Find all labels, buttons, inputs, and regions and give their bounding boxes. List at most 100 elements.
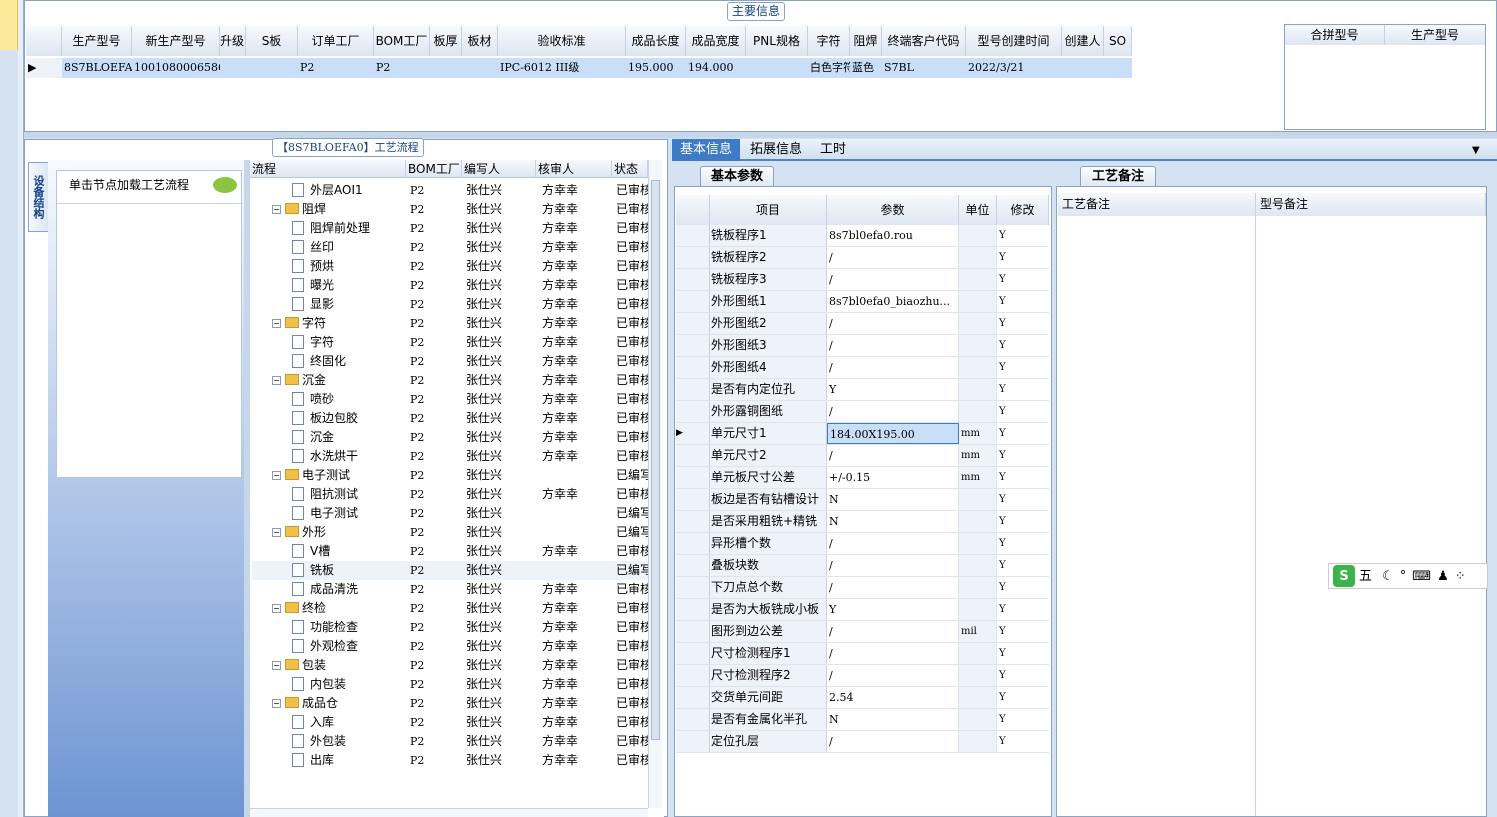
param-cell-unit[interactable] bbox=[959, 225, 997, 246]
param-row[interactable]: ▶ 单元尺寸1 184.00X195.00 mm Y bbox=[676, 423, 1049, 445]
load-hint-text[interactable]: 单击节点加载工艺流程 bbox=[69, 176, 189, 193]
collapse-icon[interactable]: − bbox=[272, 205, 281, 214]
param-cell-mod[interactable]: Y bbox=[997, 225, 1049, 246]
flow-tree-row[interactable]: 阻焊前处理 P2 张仕兴 方幸幸 已审核 bbox=[252, 219, 648, 238]
param-cell-mod[interactable]: Y bbox=[997, 423, 1049, 444]
param-cell-value[interactable]: +/-0.15 bbox=[827, 467, 959, 488]
flow-node-name[interactable]: − 外形 bbox=[272, 523, 402, 542]
horizontal-splitter[interactable] bbox=[24, 132, 1497, 138]
merge-col-1[interactable]: 合拼型号 bbox=[1285, 25, 1385, 45]
param-row[interactable]: 是否为大板铣成小板 Y Y bbox=[676, 599, 1049, 621]
col-header[interactable]: BOM工厂 bbox=[374, 26, 430, 56]
param-row[interactable]: 板边是否有钻槽设计 N Y bbox=[676, 489, 1049, 511]
param-cell-value[interactable]: / bbox=[827, 731, 959, 752]
flow-tree-row[interactable]: − 沉金 P2 张仕兴 方幸幸 已审核 bbox=[252, 371, 648, 390]
collapse-icon[interactable]: − bbox=[272, 661, 281, 670]
col-modify[interactable]: 修改 bbox=[997, 195, 1049, 225]
subtab-basic-params[interactable]: 基本参数 bbox=[700, 166, 774, 186]
param-cell-value[interactable]: N bbox=[827, 489, 959, 510]
param-cell-mod[interactable]: Y bbox=[997, 709, 1049, 730]
collapse-icon[interactable]: − bbox=[272, 699, 281, 708]
param-row[interactable]: 异形槽个数 / Y bbox=[676, 533, 1049, 555]
param-cell-unit[interactable] bbox=[959, 555, 997, 576]
param-cell-unit[interactable] bbox=[959, 533, 997, 554]
flow-node-name[interactable]: 预烘 bbox=[292, 257, 404, 276]
flow-tree-row[interactable]: 字符 P2 张仕兴 方幸幸 已审核 bbox=[252, 333, 648, 352]
param-cell-unit[interactable] bbox=[959, 687, 997, 708]
main-row-cell[interactable] bbox=[462, 58, 498, 78]
param-cell-unit[interactable] bbox=[959, 379, 997, 400]
param-cell-unit[interactable] bbox=[959, 489, 997, 510]
flow-node-name[interactable]: V槽 bbox=[292, 542, 404, 561]
flow-tree-row[interactable]: 成品清洗 P2 张仕兴 方幸幸 已审核 bbox=[252, 580, 648, 599]
main-row-cell[interactable] bbox=[1062, 58, 1104, 78]
flow-node-name[interactable]: 入库 bbox=[292, 713, 404, 732]
param-cell-value[interactable]: / bbox=[827, 577, 959, 598]
tab-extended-info[interactable]: 拓展信息 bbox=[742, 139, 810, 161]
flow-node-name[interactable]: 铣板 bbox=[292, 561, 404, 580]
col-header[interactable]: 型号创建时间 bbox=[966, 26, 1062, 56]
param-cell-value[interactable]: / bbox=[827, 665, 959, 686]
param-row[interactable]: 外形图纸3/ Y bbox=[676, 335, 1049, 357]
flow-node-name[interactable]: − 终检 bbox=[272, 599, 402, 618]
param-row[interactable]: 是否有内定位孔 Y Y bbox=[676, 379, 1049, 401]
col-param[interactable]: 参数 bbox=[827, 195, 959, 225]
col-header[interactable]: 成品长度 bbox=[626, 26, 686, 56]
col-model-remark[interactable]: 型号备注 bbox=[1256, 193, 1486, 216]
param-cell-unit[interactable] bbox=[959, 731, 997, 752]
param-cell-unit[interactable] bbox=[959, 313, 997, 334]
param-cell-unit[interactable] bbox=[959, 335, 997, 356]
collapse-icon[interactable]: − bbox=[272, 604, 281, 613]
flow-node-name[interactable]: 外包装 bbox=[292, 732, 404, 751]
col-header[interactable]: 字符 bbox=[808, 26, 850, 56]
param-cell-value[interactable]: 2.54 bbox=[827, 687, 959, 708]
param-cell-value[interactable]: / bbox=[827, 643, 959, 664]
col-header[interactable]: 板材 bbox=[462, 26, 498, 56]
param-cell-mod[interactable]: Y bbox=[997, 665, 1049, 686]
param-cell-value[interactable]: N bbox=[827, 511, 959, 532]
param-cell-mod[interactable]: Y bbox=[997, 731, 1049, 752]
param-cell-value[interactable]: 8s7bl0efa0.rou bbox=[827, 225, 959, 246]
param-row[interactable]: 交货单元间距 2.54 Y bbox=[676, 687, 1049, 709]
flow-tree-row[interactable]: 丝印 P2 张仕兴 方幸幸 已审核 bbox=[252, 238, 648, 257]
flow-node-name[interactable]: − 沉金 bbox=[272, 371, 402, 390]
flow-tree-row[interactable]: 功能检查 P2 张仕兴 方幸幸 已审核 bbox=[252, 618, 648, 637]
param-row[interactable]: 铣板程序3/ Y bbox=[676, 269, 1049, 291]
param-row[interactable]: 单元尺寸2/mm Y bbox=[676, 445, 1049, 467]
main-row-cell[interactable] bbox=[220, 58, 246, 78]
main-row-cell[interactable]: 194.000 bbox=[686, 58, 746, 78]
param-row[interactable]: 图形到边公差 / mil Y bbox=[676, 621, 1049, 643]
tab-work-hours[interactable]: 工时 bbox=[812, 139, 854, 161]
param-cell-value[interactable]: / bbox=[827, 269, 959, 290]
param-row[interactable]: 是否采用粗铣+精铣 N Y bbox=[676, 511, 1049, 533]
flow-node-name[interactable]: 阻焊前处理 bbox=[292, 219, 404, 238]
flow-tree-row[interactable]: 曝光 P2 张仕兴 方幸幸 已审核 bbox=[252, 276, 648, 295]
param-cell-mod[interactable]: Y bbox=[997, 313, 1049, 334]
flow-node-name[interactable]: − 电子测试 bbox=[272, 466, 402, 485]
param-cell-mod[interactable]: Y bbox=[997, 555, 1049, 576]
param-cell-unit[interactable]: mil bbox=[959, 621, 997, 642]
col-editor[interactable]: 编写人 bbox=[462, 160, 536, 178]
param-row[interactable]: 下刀点总个数 / Y bbox=[676, 577, 1049, 599]
param-cell-mod[interactable]: Y bbox=[997, 357, 1049, 378]
param-cell-unit[interactable] bbox=[959, 511, 997, 532]
col-reviewer[interactable]: 核审人 bbox=[536, 160, 612, 178]
collapse-icon[interactable]: − bbox=[272, 528, 281, 537]
flow-tree-row[interactable]: 阻抗测试 P2 张仕兴 方幸幸 已审核 bbox=[252, 485, 648, 504]
param-cell-mod[interactable]: Y bbox=[997, 511, 1049, 532]
main-row-cell[interactable]: S7BL bbox=[882, 58, 966, 78]
param-cell-mod[interactable]: Y bbox=[997, 335, 1049, 356]
tab-basic-info[interactable]: 基本信息 bbox=[672, 139, 741, 161]
flow-node-name[interactable]: 成品清洗 bbox=[292, 580, 404, 599]
ime-mode[interactable]: 五 bbox=[1359, 569, 1372, 584]
col-bom[interactable]: BOM工厂 bbox=[406, 160, 462, 178]
col-header[interactable]: 创建人 bbox=[1062, 26, 1104, 56]
param-cell-value[interactable]: / bbox=[827, 247, 959, 268]
flow-tree-row[interactable]: 入库 P2 张仕兴 方幸幸 已审核 bbox=[252, 713, 648, 732]
param-cell-mod[interactable]: Y bbox=[997, 401, 1049, 422]
flow-node-name[interactable]: 字符 bbox=[292, 333, 404, 352]
param-cell-value[interactable]: 8s7bl0efa0_biaozhu... bbox=[827, 291, 959, 312]
flow-tree-row[interactable]: 内包装 P2 张仕兴 方幸幸 已审核 bbox=[252, 675, 648, 694]
main-row-cell[interactable]: 2022/3/21 bbox=[966, 58, 1062, 78]
param-cell-unit[interactable]: mm bbox=[959, 467, 997, 488]
